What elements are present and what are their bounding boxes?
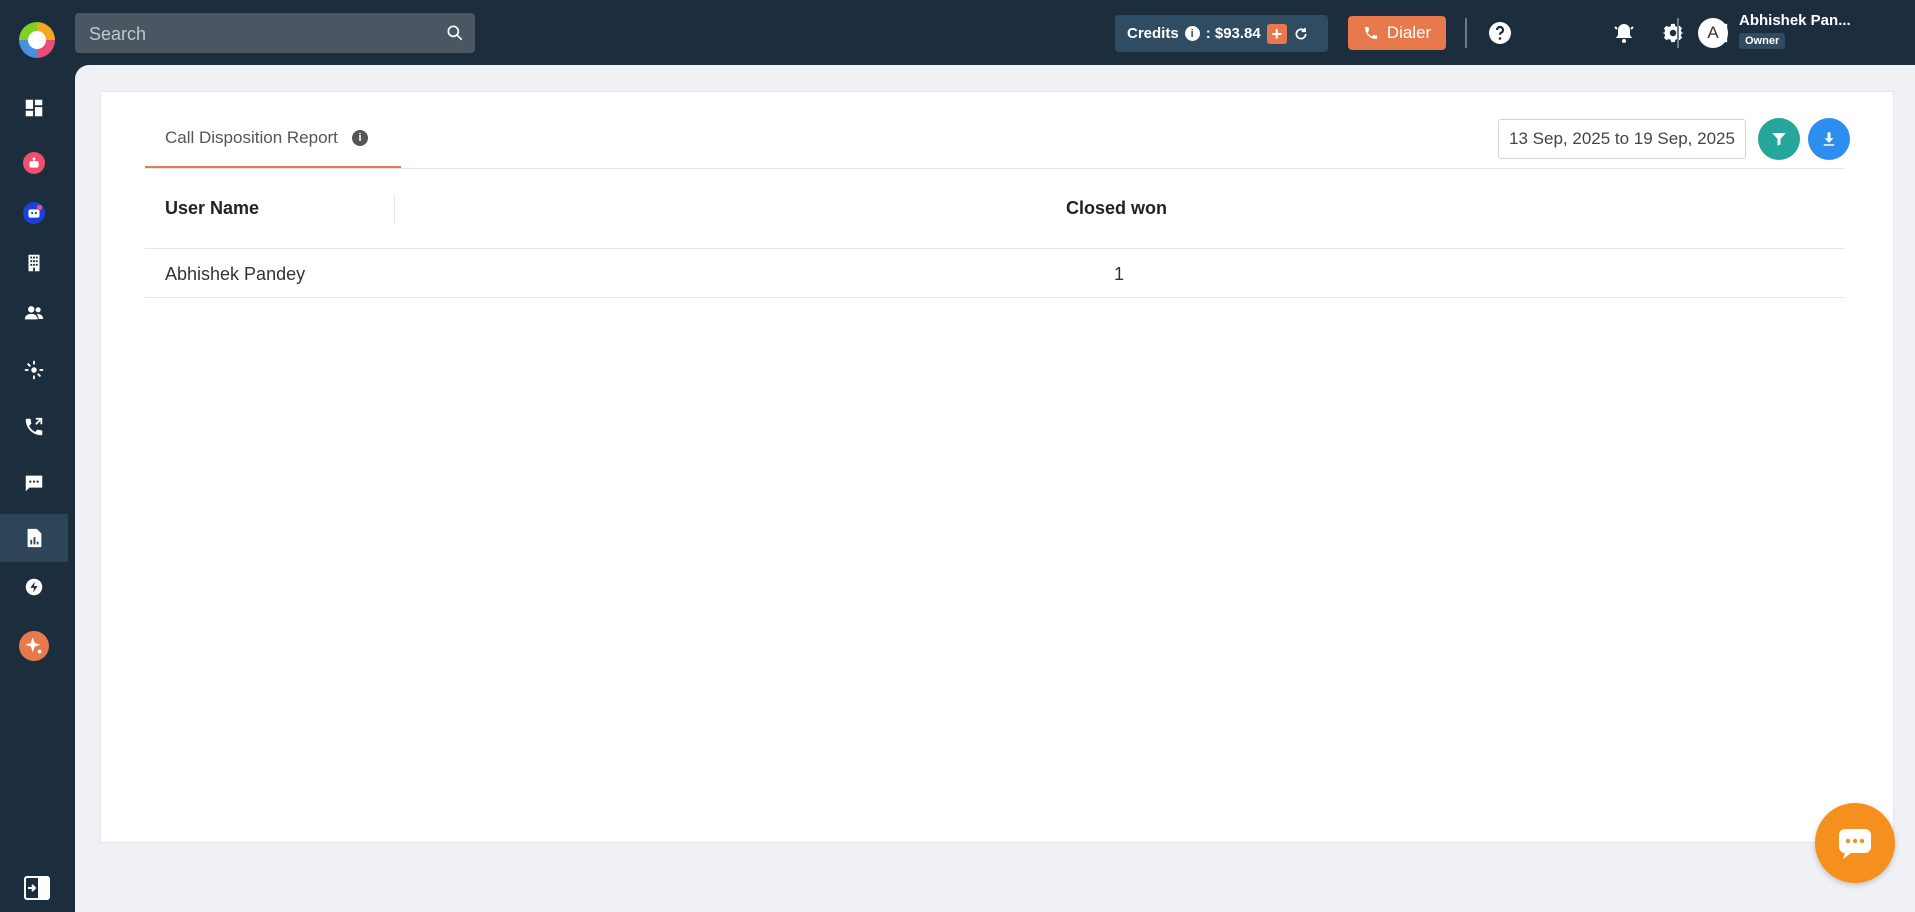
refresh-icon[interactable] [1293, 26, 1309, 42]
column-resizer[interactable] [394, 194, 395, 224]
divider [145, 168, 1845, 169]
sidebar-item-call-transfer[interactable] [0, 403, 68, 451]
sidebar-item-bot[interactable] [0, 139, 68, 187]
chat-support-button[interactable] [1815, 803, 1895, 883]
dashboard-icon [25, 99, 43, 117]
credits-badge: Credits i : $93.84 + [1115, 15, 1328, 52]
call-transfer-icon [25, 417, 43, 436]
add-credits-button[interactable]: + [1266, 23, 1287, 44]
divider [145, 248, 1845, 249]
settings-gear-icon[interactable] [1660, 20, 1686, 46]
sidebar-item-contacts[interactable] [0, 289, 68, 337]
contacts-icon [24, 306, 44, 320]
divider [145, 297, 1845, 298]
search-placeholder: Search [89, 24, 147, 44]
column-header-closed-won[interactable]: Closed won [1066, 198, 1167, 219]
sidebar-item-reports[interactable] [0, 514, 68, 562]
dialer-label: Dialer [1386, 23, 1432, 42]
phone-icon [1364, 27, 1377, 39]
column-header-user-name[interactable]: User Name [165, 198, 259, 219]
user-name[interactable]: Abhishek Pan... [1739, 12, 1851, 29]
date-range-picker[interactable]: 13 Sep, 2025 to 19 Sep, 2025 [1498, 119, 1746, 159]
notifications-icon[interactable] [1611, 20, 1637, 46]
integrations-icon [24, 360, 44, 380]
sidebar [0, 0, 75, 912]
report-card: Call Disposition Report i 13 Sep, 2025 t… [100, 91, 1894, 843]
ai-sparkle-icon [19, 631, 49, 661]
bot-icon [23, 152, 45, 174]
search-input[interactable]: Search [75, 13, 475, 53]
user-role-badge: Owner [1739, 33, 1786, 49]
sidebar-item-messages[interactable] [0, 459, 68, 507]
divider [1465, 18, 1467, 48]
filter-button[interactable] [1758, 118, 1800, 160]
cell-user-name: Abhishek Pandey [165, 264, 306, 284]
sidebar-item-ai[interactable] [0, 622, 68, 670]
tab-label: Call Disposition Report [165, 128, 338, 147]
info-icon[interactable]: i [352, 130, 368, 146]
sidebar-item-dashboard[interactable] [0, 84, 68, 132]
sidebar-item-integrations[interactable] [0, 346, 68, 394]
messages-icon [25, 475, 43, 492]
app-logo[interactable] [19, 22, 55, 58]
automation-icon [25, 578, 43, 596]
topbar: Search Credits i : $93.84 + Dialer A Abh… [75, 0, 1915, 65]
chatbot-icon [23, 202, 45, 224]
building-icon [28, 254, 40, 272]
reports-icon [27, 528, 42, 548]
main-content: Call Disposition Report i 13 Sep, 2025 t… [75, 65, 1915, 912]
filter-icon [1772, 133, 1786, 146]
sidebar-item-automation[interactable] [0, 563, 68, 611]
avatar[interactable]: A [1698, 18, 1728, 48]
sidebar-item-building[interactable] [0, 239, 68, 287]
divider [1677, 18, 1679, 48]
search-icon[interactable] [445, 23, 465, 43]
info-icon[interactable]: i [1184, 26, 1200, 41]
credits-value: : $93.84 [1205, 25, 1261, 42]
tab-call-disposition-report[interactable]: Call Disposition Report i [145, 92, 401, 168]
help-icon[interactable] [1487, 20, 1513, 46]
cell-closed-won: 1 [1114, 264, 1125, 284]
dialer-button[interactable]: Dialer [1348, 16, 1446, 50]
sidebar-item-chatbot[interactable] [0, 189, 68, 237]
credits-label: Credits [1127, 25, 1179, 42]
download-button[interactable] [1808, 118, 1850, 160]
chat-bubble-icon [1839, 829, 1871, 859]
download-icon [1823, 132, 1835, 146]
collapse-sidebar-icon[interactable] [24, 876, 50, 900]
